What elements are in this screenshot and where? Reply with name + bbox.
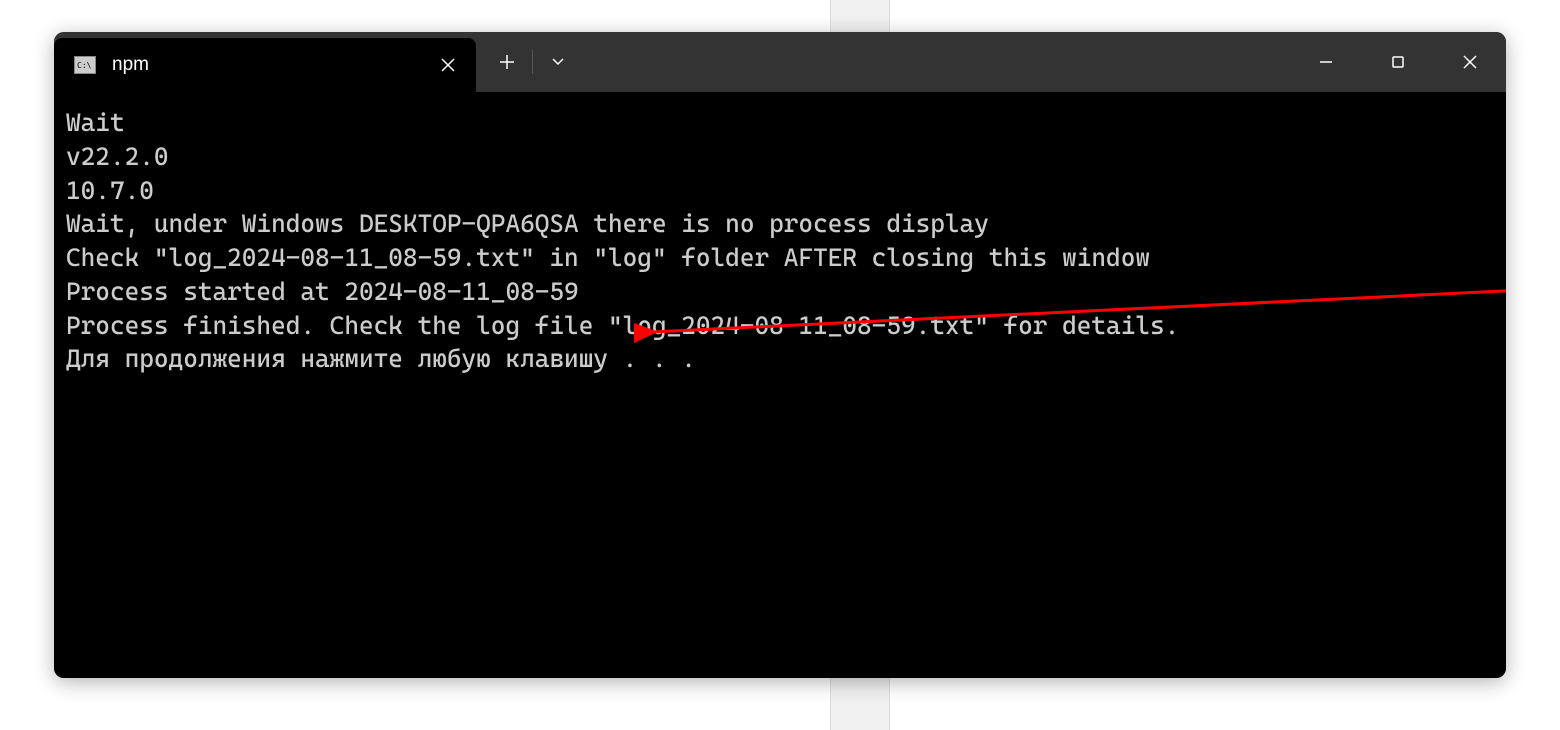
maximize-button[interactable] [1362,32,1434,92]
cmd-icon [74,56,96,74]
tab-dropdown-button[interactable] [535,32,581,92]
terminal-line: Wait, under Windows DESKTOP-QPA6QSA ther… [66,207,1494,241]
terminal-window: npm [54,32,1506,678]
terminal-line: 10.7.0 [66,174,1494,208]
terminal-line: Process started at 2024-08-11_08-59 [66,275,1494,309]
titlebar[interactable]: npm [54,32,1506,92]
titlebar-actions [484,32,581,92]
terminal-line: Для продолжения нажмите любую клавишу . … [66,342,1494,376]
close-icon [441,58,455,72]
titlebar-divider [532,50,533,74]
terminal-line: Wait [66,106,1494,140]
minimize-button[interactable] [1290,32,1362,92]
maximize-icon [1391,55,1405,69]
window-controls [1290,32,1506,92]
terminal-line: Check "log_2024-08-11_08-59.txt" in "log… [66,241,1494,275]
terminal-tab[interactable]: npm [54,38,476,92]
plus-icon [499,54,515,70]
tab-title: npm [112,54,432,76]
terminal-line: v22.2.0 [66,140,1494,174]
chevron-down-icon [551,57,565,67]
terminal-line: Process finished. Check the log file "lo… [66,309,1494,343]
close-tab-button[interactable] [432,49,464,81]
terminal-output[interactable]: Wait v22.2.0 10.7.0 Wait, under Windows … [54,92,1506,678]
close-window-button[interactable] [1434,32,1506,92]
new-tab-button[interactable] [484,32,530,92]
minimize-icon [1319,55,1333,69]
close-icon [1463,55,1477,69]
